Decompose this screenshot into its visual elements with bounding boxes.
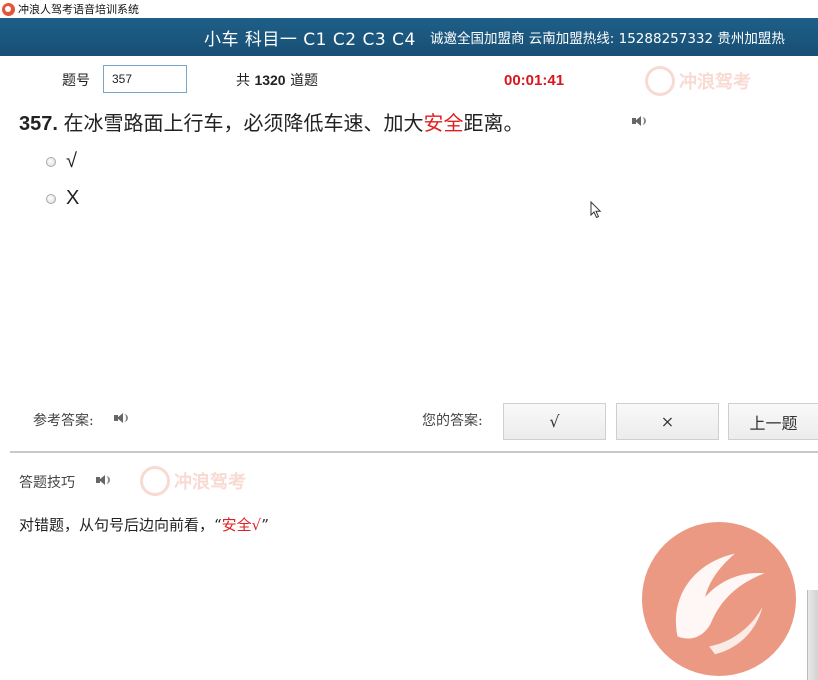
- watermark-logo-icon: [645, 66, 675, 96]
- total-questions: 共 1320 道题: [236, 70, 318, 90]
- mouse-cursor-icon: [590, 201, 602, 219]
- previous-question-button[interactable]: 上一题: [728, 403, 818, 440]
- tips-text-before: 对错题，从句号后边向前看，“: [19, 516, 222, 534]
- watermark-logo-icon: [140, 466, 170, 496]
- option-false-label: X: [66, 187, 80, 209]
- question-highlight: 安全: [423, 111, 464, 135]
- question-text: 357. 在冰雪路面上行车，必须降低车速、加大安全距离。: [19, 107, 524, 136]
- question-body: 在冰雪路面上行车，必须降低车速、加大安全距离。: [64, 111, 524, 135]
- section-divider: [10, 451, 818, 453]
- tips-highlight: 安全√: [221, 516, 262, 534]
- option-true-label: √: [66, 150, 77, 172]
- banner-sub-text: 诚邀全国加盟商 云南加盟热线: 15288257332 贵州加盟热: [430, 31, 785, 47]
- option-false-radio[interactable]: [46, 193, 56, 204]
- window-title: 冲浪人驾考语音培训系统: [18, 3, 139, 16]
- total-prefix: 共: [236, 73, 250, 89]
- option-true-radio[interactable]: [46, 156, 56, 167]
- answer-false-button[interactable]: ×: [616, 403, 719, 440]
- app-logo-icon: [2, 2, 15, 16]
- tips-text: 对错题，从句号后边向前看，“安全√”: [19, 514, 269, 535]
- reference-speaker-icon[interactable]: [114, 413, 128, 423]
- your-answer-label: 您的答案:: [422, 413, 483, 429]
- answer-true-button[interactable]: √: [503, 403, 606, 440]
- question-number-label: 题号: [62, 73, 90, 89]
- banner-main-text: 小车 科目一 C1 C2 C3 C4: [204, 29, 416, 50]
- watermark-middle: 冲浪驾考: [140, 466, 246, 496]
- option-true[interactable]: √: [46, 150, 77, 173]
- question-speaker-icon[interactable]: [632, 116, 646, 126]
- question-number-input[interactable]: [103, 65, 187, 93]
- header-banner: 小车 科目一 C1 C2 C3 C4 诚邀全国加盟商 云南加盟热线: 15288…: [0, 18, 818, 56]
- option-false[interactable]: X: [46, 187, 79, 210]
- total-suffix: 道题: [290, 73, 319, 89]
- exam-timer: 00:01:41: [504, 72, 565, 89]
- watermark-top: 冲浪驾考: [645, 66, 751, 96]
- tips-title: 答题技巧: [19, 475, 75, 491]
- watermark-text: 冲浪驾考: [679, 72, 751, 93]
- question-text-after: 距离。: [463, 111, 524, 135]
- window-titlebar: 冲浪人驾考语音培训系统: [0, 0, 818, 18]
- total-count: 1320: [254, 72, 286, 88]
- watermark-text: 冲浪驾考: [174, 472, 246, 493]
- tips-speaker-icon[interactable]: [96, 475, 110, 485]
- tips-text-after: ”: [261, 516, 269, 534]
- question-number: 357.: [19, 113, 58, 135]
- side-panel-tab[interactable]: [807, 590, 818, 680]
- question-text-before: 在冰雪路面上行车，必须降低车速、加大: [63, 111, 424, 135]
- brand-logo-icon: [641, 521, 797, 677]
- reference-answer-label: 参考答案:: [33, 413, 94, 429]
